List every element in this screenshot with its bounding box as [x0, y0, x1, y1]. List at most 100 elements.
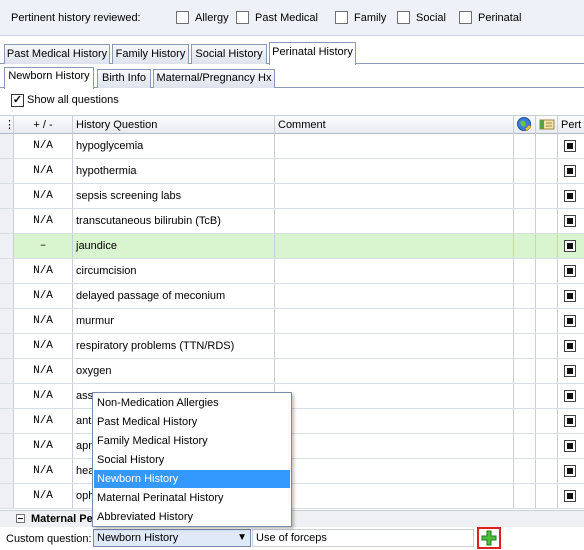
card-cell[interactable]	[536, 334, 558, 358]
card-cell[interactable]	[536, 359, 558, 383]
pertinent-cell[interactable]	[558, 184, 584, 208]
checkbox-box[interactable]: ✓	[11, 94, 24, 107]
globe-cell[interactable]	[514, 309, 536, 333]
checkbox-box[interactable]	[459, 11, 472, 24]
comment-cell[interactable]	[275, 384, 514, 408]
plusminus-cell[interactable]: N/A	[14, 284, 73, 308]
globe-cell[interactable]	[514, 384, 536, 408]
pertinent-toggle[interactable]	[564, 315, 576, 327]
card-cell[interactable]	[536, 284, 558, 308]
card-cell[interactable]	[536, 209, 558, 233]
row-selector[interactable]	[0, 434, 14, 458]
dropdown-option[interactable]: Non-Medication Allergies	[94, 394, 290, 412]
pertinent-toggle[interactable]	[564, 390, 576, 402]
pertinent-cell[interactable]	[558, 359, 584, 383]
pertinent-toggle[interactable]	[564, 165, 576, 177]
pertinent-toggle[interactable]	[564, 340, 576, 352]
plusminus-cell[interactable]: N/A	[14, 359, 73, 383]
row-selector[interactable]	[0, 159, 14, 183]
row-selector[interactable]	[0, 484, 14, 508]
row-selector[interactable]	[0, 359, 14, 383]
pertinent-toggle[interactable]	[564, 215, 576, 227]
globe-cell[interactable]	[514, 184, 536, 208]
comment-cell[interactable]	[275, 234, 514, 258]
globe-cell[interactable]	[514, 459, 536, 483]
chevron-down-icon[interactable]: ▼	[237, 531, 247, 545]
row-selector[interactable]	[0, 459, 14, 483]
table-row[interactable]: N/A hypoglycemia	[0, 134, 584, 159]
table-row[interactable]: N/A oxygen	[0, 359, 584, 384]
plusminus-cell[interactable]: N/A	[14, 459, 73, 483]
row-selector[interactable]	[0, 184, 14, 208]
pertinent-toggle[interactable]	[564, 240, 576, 252]
column-header-plusminus[interactable]: + / -	[14, 116, 73, 134]
plusminus-cell[interactable]: N/A	[14, 184, 73, 208]
card-cell[interactable]	[536, 234, 558, 258]
table-row[interactable]: N/A circumcision	[0, 259, 584, 284]
pertinent-toggle[interactable]	[564, 440, 576, 452]
comment-cell[interactable]	[275, 159, 514, 183]
table-row[interactable]: N/A delayed passage of meconium	[0, 284, 584, 309]
pertinent-toggle[interactable]	[564, 290, 576, 302]
add-custom-question-button[interactable]	[477, 527, 501, 549]
comment-cell[interactable]	[275, 209, 514, 233]
row-selector[interactable]	[0, 334, 14, 358]
custom-question-category-select[interactable]: Newborn History ▼	[93, 529, 251, 547]
pertinent-cell[interactable]	[558, 234, 584, 258]
globe-cell[interactable]	[514, 409, 536, 433]
plusminus-cell[interactable]: N/A	[14, 334, 73, 358]
subtab-birth-info[interactable]: Birth Info	[97, 69, 151, 88]
pertinent-toggle[interactable]	[564, 265, 576, 277]
globe-cell[interactable]	[514, 359, 536, 383]
maternal-section-header[interactable]: Maternal Pe	[0, 510, 584, 527]
globe-cell[interactable]	[514, 159, 536, 183]
table-row[interactable]: N/A transcutaneous bilirubin (TcB)	[0, 209, 584, 234]
row-selector[interactable]	[0, 234, 14, 258]
tab-past-medical-history[interactable]: Past Medical History	[4, 44, 110, 64]
collapse-toggle-icon[interactable]	[16, 514, 25, 523]
card-cell[interactable]	[536, 459, 558, 483]
custom-question-input[interactable]: Use of forceps	[252, 529, 474, 547]
pertinent-cell[interactable]	[558, 159, 584, 183]
plusminus-cell[interactable]: N/A	[14, 484, 73, 508]
subtab-newborn-history[interactable]: Newborn History	[4, 67, 94, 89]
dropdown-option[interactable]: Past Medical History	[94, 413, 290, 431]
pertinent-toggle[interactable]	[564, 465, 576, 477]
pertinent-toggle[interactable]	[564, 140, 576, 152]
plusminus-cell[interactable]: N/A	[14, 259, 73, 283]
pertinent-cell[interactable]	[558, 409, 584, 433]
card-cell[interactable]	[536, 434, 558, 458]
globe-cell[interactable]	[514, 134, 536, 158]
pertinent-cell[interactable]	[558, 259, 584, 283]
dropdown-option[interactable]: Maternal Perinatal History	[94, 489, 290, 507]
dropdown-option-selected[interactable]: Newborn History	[94, 470, 290, 488]
comment-cell[interactable]	[275, 409, 514, 433]
pertinent-cell[interactable]	[558, 459, 584, 483]
plusminus-cell[interactable]: N/A	[14, 159, 73, 183]
checkbox-box[interactable]	[176, 11, 189, 24]
table-row[interactable]: N/A hea	[0, 459, 584, 484]
row-selector[interactable]	[0, 409, 14, 433]
table-row[interactable]: N/A sepsis screening labs	[0, 184, 584, 209]
globe-cell[interactable]	[514, 234, 536, 258]
checkbox-box[interactable]	[236, 11, 249, 24]
dropdown-option[interactable]: Family Medical History	[94, 432, 290, 450]
row-selector[interactable]	[0, 259, 14, 283]
globe-cell[interactable]	[514, 484, 536, 508]
pertinent-cell[interactable]	[558, 484, 584, 508]
pertinent-cell[interactable]	[558, 134, 584, 158]
plusminus-cell[interactable]: N/A	[14, 434, 73, 458]
pertinent-toggle[interactable]	[564, 490, 576, 502]
comment-cell[interactable]	[275, 309, 514, 333]
column-header-question[interactable]: History Question	[73, 116, 275, 134]
table-row[interactable]: N/A hypothermia	[0, 159, 584, 184]
checkbox-box[interactable]	[397, 11, 410, 24]
globe-cell[interactable]	[514, 434, 536, 458]
card-cell[interactable]	[536, 484, 558, 508]
comment-cell[interactable]	[275, 334, 514, 358]
pertinent-cell[interactable]	[558, 309, 584, 333]
comment-cell[interactable]	[275, 459, 514, 483]
card-cell[interactable]	[536, 309, 558, 333]
column-header-comment[interactable]: Comment	[275, 116, 514, 134]
pertinent-cell[interactable]	[558, 384, 584, 408]
